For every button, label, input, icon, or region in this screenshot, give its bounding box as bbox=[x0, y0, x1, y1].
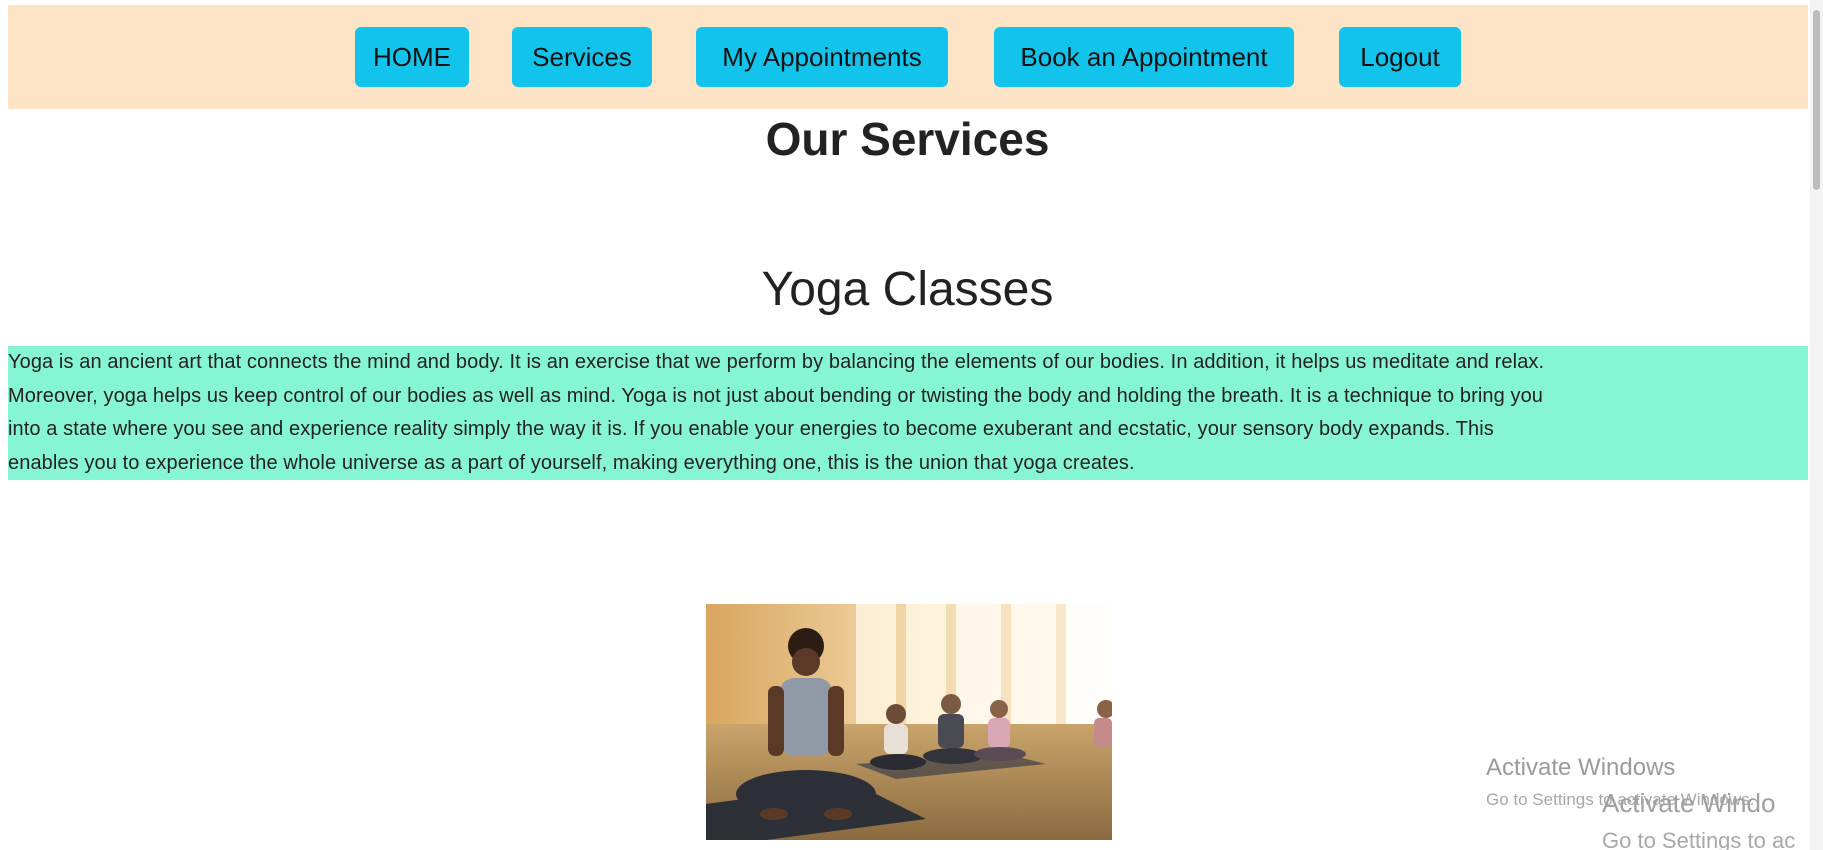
navbar: HOME Services My Appointments Book an Ap… bbox=[8, 5, 1808, 109]
description-line: into a state where you see and experienc… bbox=[8, 418, 1494, 440]
vertical-scrollbar[interactable] bbox=[1810, 0, 1823, 850]
nav-book-appointment-button[interactable]: Book an Appointment bbox=[994, 27, 1294, 87]
yoga-class-photo bbox=[706, 604, 1112, 840]
activate-windows-title: Activate Windows bbox=[1486, 754, 1676, 781]
description-line: enables you to experience the whole univ… bbox=[8, 451, 1135, 474]
nav-logout-button[interactable]: Logout bbox=[1339, 27, 1461, 87]
activate-windows-ghost-title: Activate Windo bbox=[1602, 788, 1776, 818]
activate-windows-ghost-subtitle: Go to Settings to ac bbox=[1602, 828, 1796, 850]
nav-services-button[interactable]: Services bbox=[512, 27, 652, 87]
scrollbar-thumb[interactable] bbox=[1813, 10, 1820, 190]
service-title: Yoga Classes bbox=[761, 263, 1054, 316]
description-line: Moreover, yoga helps us keep control of … bbox=[8, 384, 1544, 407]
description-line: Yoga is an ancient art that connects the… bbox=[8, 351, 1545, 373]
page: HOME Services My Appointments Book an Ap… bbox=[0, 0, 1823, 850]
service-description: Yoga is an ancient art that connects the… bbox=[8, 346, 1808, 480]
nav-home-button[interactable]: HOME bbox=[355, 27, 469, 87]
page-title: Our Services bbox=[765, 113, 1050, 165]
nav-my-appointments-button[interactable]: My Appointments bbox=[696, 27, 948, 87]
